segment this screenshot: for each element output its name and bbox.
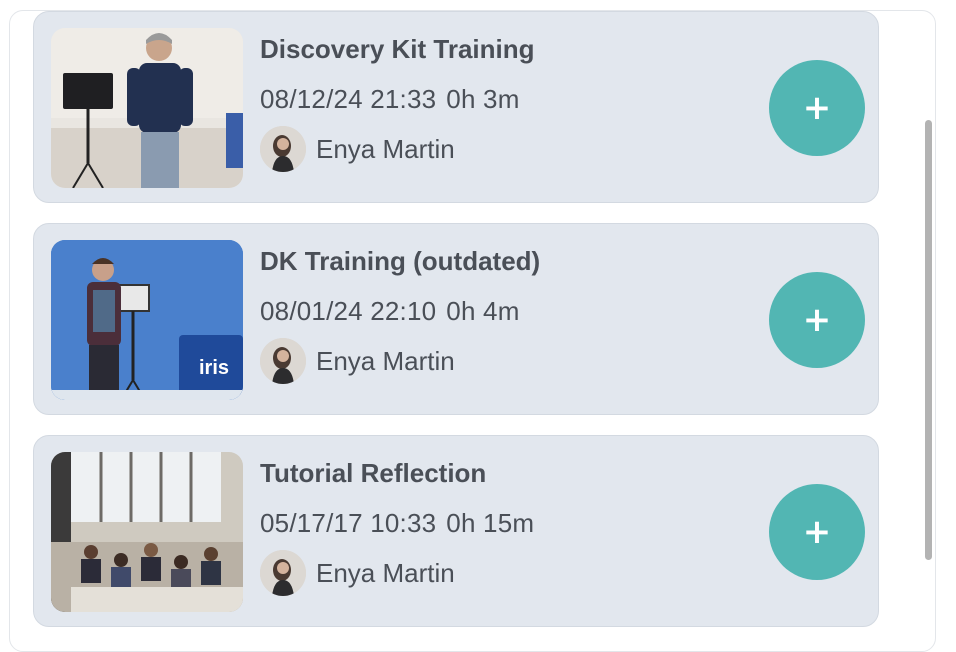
plus-icon: +	[802, 512, 832, 552]
avatar	[260, 550, 306, 596]
scrollbar-thumb[interactable]	[925, 120, 932, 560]
video-card[interactable]: Tutorial Reflection 05/17/17 10:33 0h 15m…	[33, 435, 879, 627]
add-button[interactable]: +	[769, 272, 865, 368]
scrollbar[interactable]	[915, 10, 932, 636]
video-meta: 08/01/24 22:10 0h 4m	[260, 296, 530, 327]
video-date: 08/12/24 21:33	[260, 84, 437, 114]
avatar	[260, 126, 306, 172]
video-owner: Enya Martin	[260, 548, 455, 598]
iris-logo-text: iris	[199, 357, 229, 379]
video-date: 05/17/17 10:33	[260, 508, 437, 538]
plus-icon: +	[802, 300, 832, 340]
video-thumbnail[interactable]	[51, 28, 243, 188]
plus-icon: +	[802, 88, 832, 128]
video-title: Discovery Kit Training	[260, 34, 535, 64]
video-meta: 05/17/17 10:33 0h 15m	[260, 508, 544, 539]
avatar	[260, 338, 306, 384]
video-thumbnail[interactable]	[51, 452, 243, 612]
owner-name: Enya Martin	[316, 557, 455, 588]
add-button[interactable]: +	[769, 484, 865, 580]
video-title: Tutorial Reflection	[260, 458, 487, 488]
video-card[interactable]: iris DK Training (outdated) 08/01/24 22:…	[33, 223, 879, 415]
video-thumbnail[interactable]: iris	[51, 240, 243, 400]
video-meta: 08/12/24 21:33 0h 3m	[260, 84, 530, 115]
add-button[interactable]: +	[769, 60, 865, 156]
video-date: 08/01/24 22:10	[260, 296, 437, 326]
owner-name: Enya Martin	[316, 345, 455, 376]
owner-name: Enya Martin	[316, 133, 455, 164]
video-owner: Enya Martin	[260, 124, 455, 174]
video-title: DK Training (outdated)	[260, 246, 541, 276]
video-owner: Enya Martin	[260, 336, 455, 386]
video-duration: 0h 3m	[446, 84, 520, 114]
video-card[interactable]: Discovery Kit Training 08/12/24 21:33 0h …	[33, 11, 879, 203]
video-duration: 0h 4m	[446, 296, 520, 326]
video-duration: 0h 15m	[446, 508, 535, 538]
